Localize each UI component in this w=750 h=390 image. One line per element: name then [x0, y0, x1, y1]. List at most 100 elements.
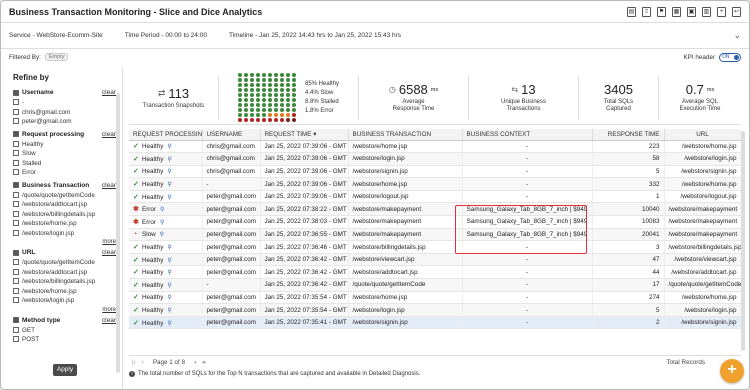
table-row[interactable]: ✱ Error ⚲ peter@gmail.com Jan 25, 2022 07:38… [129, 215, 741, 229]
facet-option-checkbox[interactable] [13, 259, 19, 266]
url-cell[interactable]: /webstore/logout.jsp [664, 190, 741, 204]
facet-option-checkbox[interactable] [13, 278, 19, 285]
facet-option[interactable]: Healthy [13, 140, 116, 150]
facet-option-checkbox[interactable] [13, 99, 19, 106]
facet-option[interactable]: /webstore/home.jsp [13, 287, 116, 297]
table-row[interactable]: ✓ Healthy ⚲ peter@gmail.com Jan 25, 2022 07:… [129, 265, 741, 280]
table-row[interactable]: ✓ Healthy ⚲ chris@gmail.com Jan 25, 2022 07:… [129, 140, 741, 154]
table-row[interactable]: ✓ Healthy ⚲ peter@gmail.com Jan 25, 2022 07:… [129, 291, 741, 305]
pdf-icon[interactable]: ▤ [627, 6, 636, 17]
magnify-icon[interactable]: ⚲ [167, 182, 171, 188]
magnify-icon[interactable]: ⚲ [167, 321, 171, 327]
column-header[interactable]: BUSINESS TRANSACTION [348, 129, 463, 141]
facet-option[interactable]: Slow [13, 149, 116, 159]
table-row[interactable]: ✱ Error ⚲ peter@gmail.com Jan 25, 2022 07:38… [129, 202, 741, 217]
table-row[interactable]: ✓ Healthy ⚲ peter@gmail.com Jan 25, 2022 07:… [129, 253, 741, 267]
table-row[interactable]: ✓ Healthy ⚲ peter@gmail.com Jan 25, 2022 07:… [129, 316, 741, 330]
table-row[interactable]: ✓ Healthy ⚲ chris@gmail.com Jan 25, 2022 07:… [129, 165, 741, 179]
facet-more-link[interactable]: more [13, 239, 116, 245]
calendar-icon[interactable]: ▦ [672, 6, 681, 17]
facet-option-checkbox[interactable] [13, 268, 19, 275]
table-row[interactable]: ✓ Healthy ⚲ - Jan 25, 2022 07:39:06 - GMT/we… [129, 177, 741, 191]
facet-clear-link[interactable]: clear [102, 317, 116, 324]
column-header[interactable]: REQUEST PROCESSING [129, 129, 203, 141]
url-cell[interactable]: /webstore/login.jsp [664, 152, 741, 166]
url-cell[interactable]: /webstore/makepayment [664, 228, 741, 242]
url-cell[interactable]: /webstore/signin.jsp [664, 316, 741, 330]
column-header[interactable]: RESPONSE TIME [592, 129, 665, 141]
url-cell[interactable]: /webstore/signin.jsp [664, 165, 741, 179]
facet-option[interactable]: Error [13, 168, 116, 178]
facet-option[interactable]: /webstore/login.jsp [13, 229, 116, 239]
facet-option[interactable]: /webstore/home.jsp [13, 219, 116, 229]
next-page-icon[interactable]: › [194, 359, 196, 366]
facet-option-checkbox[interactable] [13, 201, 19, 208]
facet-option[interactable]: /webstore/billingdetails.jsp [13, 277, 116, 287]
export-icon[interactable]: ⇪ [642, 6, 651, 17]
url-cell[interactable]: /quote/quote/getItemCode [664, 278, 741, 292]
facet-toggle-checkbox[interactable] [13, 249, 19, 256]
facet-option-checkbox[interactable] [13, 210, 19, 217]
facet-clear-link[interactable]: clear [102, 182, 116, 189]
magnify-icon[interactable]: ⚲ [167, 283, 171, 289]
column-header[interactable]: BUSINESS CONTEXT [462, 129, 593, 141]
facet-option-checkbox[interactable] [13, 150, 19, 157]
column-header[interactable]: REQUEST TIME ▾ [260, 129, 349, 141]
facet-toggle-checkbox[interactable] [13, 131, 19, 137]
facet-option[interactable]: GET [13, 326, 116, 336]
column-header[interactable]: USERNAME [202, 129, 261, 141]
save-icon[interactable]: ▣ [687, 6, 696, 17]
magnify-icon[interactable]: ⚲ [167, 157, 171, 163]
magnify-icon[interactable]: ⚲ [160, 220, 164, 226]
table-row[interactable]: ✓ Healthy ⚲ peter@gmail.com Jan 25, 2022 07:… [129, 303, 741, 317]
url-cell[interactable]: /webstore/home.jsp [664, 291, 741, 305]
facet-option[interactable]: /quote/quote/getItemCode [13, 191, 116, 201]
last-page-icon[interactable]: » [202, 359, 206, 366]
facet-option-checkbox[interactable] [13, 336, 19, 343]
facet-option-checkbox[interactable] [13, 118, 19, 125]
table-row[interactable]: ◔ Slow ⚲ peter@gmail.com Jan 25, 2022 07:36:… [129, 228, 741, 242]
facet-clear-link[interactable]: clear [102, 89, 116, 96]
url-cell[interactable]: /webstore/home.jsp [664, 140, 741, 154]
magnify-icon[interactable]: ⚲ [160, 207, 164, 213]
facet-option-checkbox[interactable] [13, 287, 19, 294]
sidebar-scrollbar[interactable] [116, 93, 120, 373]
facet-option[interactable]: /webstore/billingdetails.jsp [13, 210, 116, 220]
table-row[interactable]: ✓ Healthy ⚲ peter@gmail.com Jan 25, 2022 07:… [129, 190, 741, 204]
magnify-icon[interactable]: ⚲ [167, 195, 171, 201]
table-row[interactable]: ✓ Healthy ⚲ - Jan 25, 2022 07:36:42 - GMT/qu… [129, 278, 741, 292]
table-row[interactable]: ✓ Healthy ⚲ chris@gmail.com Jan 25, 2022 07:… [129, 152, 741, 166]
facet-toggle-checkbox[interactable] [13, 89, 19, 96]
url-cell[interactable]: /webstore/addtocart.jsp [664, 265, 741, 280]
facet-option[interactable]: - [13, 98, 116, 108]
url-cell[interactable]: /webstore/billingdetails.jsp [664, 240, 741, 254]
first-page-icon[interactable]: |‹ [132, 359, 136, 366]
url-cell[interactable]: /webstore/home.jsp [664, 177, 741, 191]
facet-option-checkbox[interactable] [13, 297, 19, 304]
chart-icon[interactable]: ▥ [702, 6, 711, 17]
facet-option[interactable]: /webstore/addtocart.jsp [13, 200, 116, 210]
magnify-icon[interactable]: ⚲ [167, 245, 171, 251]
magnify-icon[interactable]: ⚲ [167, 169, 171, 175]
add-fab-button[interactable]: + [720, 359, 744, 383]
bookmark-icon[interactable]: ⚑ [657, 6, 666, 17]
facet-option-checkbox[interactable] [13, 326, 19, 333]
facet-clear-link[interactable]: clear [102, 249, 116, 256]
chevron-down-icon[interactable]: ⌄ [733, 30, 741, 41]
facet-toggle-checkbox[interactable] [13, 182, 19, 188]
facet-option[interactable]: POST [13, 335, 116, 345]
magnify-icon[interactable]: ⚲ [167, 270, 171, 276]
facet-option-checkbox[interactable] [13, 169, 19, 176]
kpi-header-toggle[interactable]: ON [719, 52, 741, 62]
magnify-icon[interactable]: ⚲ [160, 232, 164, 238]
facet-option[interactable]: /webstore/login.jsp [13, 296, 116, 306]
back-icon[interactable]: ↩ [732, 6, 741, 17]
facet-option[interactable]: Stalled [13, 159, 116, 169]
facet-option[interactable]: peter@gmail.com [13, 117, 116, 127]
facet-option[interactable]: /webstore/addtocart.jsp [13, 268, 116, 278]
facet-option-checkbox[interactable] [13, 140, 19, 147]
facet-option-checkbox[interactable] [13, 220, 19, 227]
facet-option[interactable]: /quote/quote/getItemCode [13, 258, 116, 268]
facet-option[interactable]: chris@gmail.com [13, 108, 116, 118]
magnify-icon[interactable]: ⚲ [167, 308, 171, 314]
